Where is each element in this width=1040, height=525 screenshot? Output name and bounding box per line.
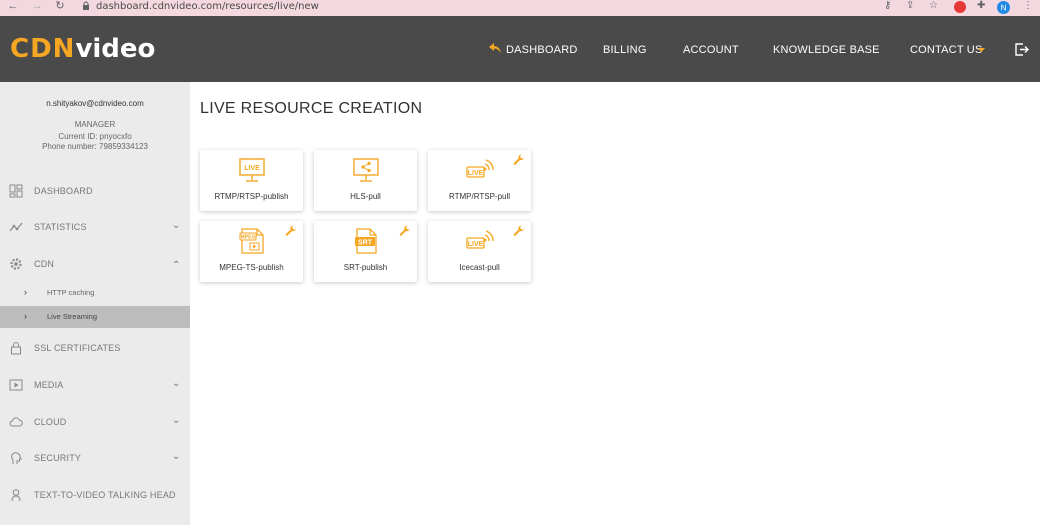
- talking-head-icon: [11, 489, 21, 502]
- card-srt-publish[interactable]: SRT SRT-publish: [314, 221, 417, 282]
- card-label: RTMP/RTSP-pull: [448, 192, 511, 201]
- sidebar-item-label: SSL CERTIFICATES: [34, 343, 121, 353]
- wrench-icon: [513, 154, 525, 165]
- puzzle-icon[interactable]: ✚: [977, 0, 985, 12]
- reload-icon[interactable]: ↻: [53, 0, 67, 14]
- svg-text:N: N: [1001, 4, 1007, 13]
- lock-icon: [11, 342, 21, 355]
- nav-knowledge-base[interactable]: KNOWLEDGE BASE: [773, 44, 880, 56]
- chevron-down-icon: ⌄: [172, 220, 181, 231]
- wrench-icon: [513, 225, 525, 236]
- sidebar-item-label: SECURITY: [34, 453, 82, 463]
- address-bar[interactable]: dashboard.cdnvideo.com/resources/live/ne…: [96, 1, 319, 12]
- back-arrow-icon: [489, 43, 501, 53]
- chevron-down-icon: ⌄: [172, 415, 181, 426]
- chevron-down-icon: ⌄: [172, 378, 181, 389]
- sidebar-subitem-live-streaming[interactable]: › Live Streaming: [0, 306, 190, 328]
- share-monitor-icon: [353, 158, 379, 182]
- svg-text:LIVE: LIVE: [244, 165, 260, 172]
- sidebar-item-label: STATISTICS: [34, 222, 87, 232]
- live-monitor-icon: LIVE: [239, 158, 265, 182]
- forward-icon[interactable]: →: [30, 0, 44, 14]
- nav-account[interactable]: ACCOUNT: [683, 44, 739, 56]
- chevron-down-icon: ⌄: [172, 451, 181, 462]
- sidebar-item-text-to-video[interactable]: TEXT-TO-VIDEO TALKING HEAD: [0, 480, 190, 510]
- card-rtmp-rtsp-pull[interactable]: LIVE RTMP/RTSP-pull: [428, 150, 531, 211]
- user-current-id: Current ID: pnyocxfo: [58, 132, 132, 141]
- sidebar-item-label: DASHBOARD: [34, 186, 93, 196]
- logout-icon[interactable]: [1015, 43, 1029, 56]
- card-icecast-pull[interactable]: LIVE Icecast-pull: [428, 221, 531, 282]
- cloud-icon: [9, 417, 23, 427]
- user-role: MANAGER: [74, 120, 116, 129]
- card-label: SRT-publish: [343, 263, 388, 272]
- chevron-up-icon: ⌃: [172, 260, 181, 271]
- statistics-icon: [9, 222, 23, 232]
- chevron-right-icon: ›: [24, 311, 27, 321]
- page-title: LIVE RESOURCE CREATION: [200, 100, 423, 117]
- gear-icon: [10, 258, 22, 270]
- avatar[interactable]: N: [997, 1, 1010, 14]
- user-email: n.shityakov@cdnvideo.com: [46, 99, 144, 108]
- card-label: Icecast-pull: [459, 263, 500, 272]
- sidebar-item-security[interactable]: SECURITY ⌄: [0, 443, 190, 473]
- caret-down-icon: [978, 48, 985, 52]
- card-mpeg-ts-publish[interactable]: MPEG MPEG-TS-publish: [200, 221, 303, 282]
- sidebar-item-statistics[interactable]: STATISTICS ⌄: [0, 212, 190, 242]
- nav-billing[interactable]: BILLING: [603, 44, 647, 56]
- dashboard-icon: [9, 184, 23, 198]
- card-label: HLS-pull: [350, 192, 381, 201]
- nav-dashboard[interactable]: DASHBOARD: [506, 44, 577, 56]
- sidebar-item-label: TEXT-TO-VIDEO TALKING HEAD: [34, 490, 176, 500]
- key-icon[interactable]: ⚷: [884, 0, 891, 12]
- logo-video: video: [75, 34, 156, 64]
- sidebar: n.shityakov@cdnvideo.com MANAGER Current…: [0, 82, 190, 525]
- svg-text:LIVE: LIVE: [468, 170, 484, 177]
- sidebar-item-dashboard[interactable]: DASHBOARD: [0, 176, 190, 206]
- card-rtmp-rtsp-publish[interactable]: LIVE RTMP/RTSP-publish: [200, 150, 303, 211]
- star-icon[interactable]: ☆: [929, 0, 938, 12]
- browser-toolbar: ← → ↻ dashboard.cdnvideo.com/resources/l…: [0, 0, 1040, 16]
- kebab-menu-icon[interactable]: ⋮: [1023, 0, 1033, 12]
- svg-text:LIVE: LIVE: [468, 241, 484, 248]
- back-icon[interactable]: ←: [6, 0, 20, 14]
- card-hls-pull[interactable]: HLS-pull: [314, 150, 417, 211]
- sidebar-subitem-label: HTTP caching: [47, 288, 95, 297]
- user-phone: Phone number: 79859334123: [42, 142, 148, 151]
- sidebar-subitem-http-caching[interactable]: › HTTP caching: [0, 282, 190, 304]
- security-icon: [11, 452, 22, 464]
- sidebar-item-label: CLOUD: [34, 417, 67, 427]
- srt-file-icon: SRT: [355, 228, 377, 254]
- svg-text:SRT: SRT: [358, 240, 373, 247]
- sidebar-item-ssl-certificates[interactable]: SSL CERTIFICATES: [0, 333, 190, 363]
- mpeg-file-icon: MPEG: [239, 228, 264, 254]
- live-broadcast-icon: LIVE: [466, 230, 494, 249]
- sidebar-item-label: CDN: [34, 259, 55, 269]
- share-icon[interactable]: ⇪: [906, 0, 914, 12]
- nav-contact-us[interactable]: CONTACT US: [910, 44, 983, 56]
- sidebar-item-cloud[interactable]: CLOUD ⌄: [0, 407, 190, 437]
- card-label: RTMP/RTSP-publish: [214, 192, 289, 201]
- logo[interactable]: CDN video: [10, 34, 155, 64]
- logo-cdn: CDN: [10, 34, 76, 64]
- card-label: MPEG-TS-publish: [219, 263, 284, 272]
- lock-icon: [83, 1, 89, 10]
- wrench-icon: [285, 225, 297, 236]
- extension-icon[interactable]: [954, 1, 966, 13]
- sidebar-item-cdn[interactable]: CDN ⌃: [0, 249, 190, 279]
- live-broadcast-icon: LIVE: [466, 159, 494, 178]
- svg-text:MPEG: MPEG: [241, 235, 256, 241]
- sidebar-subitem-label: Live Streaming: [47, 312, 98, 321]
- sidebar-item-label: MEDIA: [34, 380, 64, 390]
- wrench-icon: [399, 225, 411, 236]
- media-icon: [9, 379, 23, 391]
- sidebar-item-media[interactable]: MEDIA ⌄: [0, 370, 190, 400]
- chevron-right-icon: ›: [24, 287, 27, 297]
